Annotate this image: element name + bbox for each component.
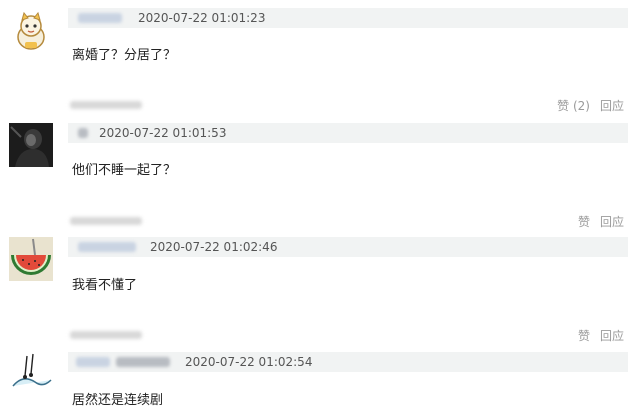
comment-actions: 赞 (2) 回应 bbox=[557, 97, 624, 114]
reply-button[interactable]: 回应 bbox=[600, 329, 624, 343]
like-button[interactable]: 赞 (2) bbox=[557, 99, 590, 113]
comment-item: 2020-07-22 01:02:46 我看不懂了 bbox=[0, 233, 640, 313]
dark-photo-avatar-icon[interactable] bbox=[9, 123, 53, 167]
username-link[interactable] bbox=[78, 128, 88, 138]
comment-meta-bar: 2020-07-22 01:02:54 bbox=[68, 352, 628, 372]
comment-meta-bar: 2020-07-22 01:01:53 bbox=[68, 123, 628, 143]
comment-meta-bar: 2020-07-22 01:02:46 bbox=[68, 237, 628, 257]
comment-timestamp: 2020-07-22 01:01:23 bbox=[138, 11, 266, 25]
username-link[interactable] bbox=[76, 357, 110, 367]
comment-timestamp: 2020-07-22 01:01:53 bbox=[99, 126, 227, 140]
comment-text: 居然还是连续剧 bbox=[72, 393, 164, 408]
comment-action-row: 赞 (2) 回应 bbox=[68, 97, 628, 113]
comment-thread: 2020-07-22 01:01:23 离婚了？分居了？ 赞 (2) 回应 202… bbox=[0, 0, 640, 418]
username-extra bbox=[116, 357, 170, 367]
comment-text: 我看不懂了 bbox=[72, 278, 138, 293]
reply-button[interactable]: 回应 bbox=[600, 215, 624, 229]
cartoon-cat-avatar-icon[interactable] bbox=[9, 9, 53, 53]
comment-item: 2020-07-22 01:01:53 他们不睡一起了？ bbox=[0, 118, 640, 198]
username-link[interactable] bbox=[78, 13, 122, 23]
comment-actions: 赞回应 bbox=[578, 213, 624, 230]
comment-text: 他们不睡一起了？ bbox=[72, 163, 177, 178]
reply-button[interactable]: 回应 bbox=[600, 99, 624, 113]
comment-timestamp: 2020-07-22 01:02:54 bbox=[185, 355, 313, 369]
comment-action-row: 赞回应 bbox=[68, 213, 628, 229]
comment-action-row: 赞回应 bbox=[68, 327, 628, 343]
watermelon-avatar-icon[interactable] bbox=[9, 237, 53, 281]
blurred-username bbox=[70, 101, 142, 109]
like-button[interactable]: 赞 bbox=[578, 215, 590, 229]
comment-actions: 赞回应 bbox=[578, 327, 624, 344]
comment-timestamp: 2020-07-22 01:02:46 bbox=[150, 240, 278, 254]
comment-text: 离婚了？分居了？ bbox=[72, 48, 177, 63]
comment-item: 2020-07-22 01:01:23 离婚了？分居了？ bbox=[0, 0, 640, 72]
blurred-username bbox=[70, 217, 142, 225]
comment-item: 2020-07-22 01:02:54 居然还是连续剧 bbox=[0, 348, 640, 418]
like-button[interactable]: 赞 bbox=[578, 329, 590, 343]
blurred-username bbox=[70, 331, 142, 339]
comment-meta-bar: 2020-07-22 01:01:23 bbox=[68, 8, 628, 28]
sketch-drawing-avatar-icon[interactable] bbox=[9, 352, 53, 396]
username-link[interactable] bbox=[78, 242, 136, 252]
